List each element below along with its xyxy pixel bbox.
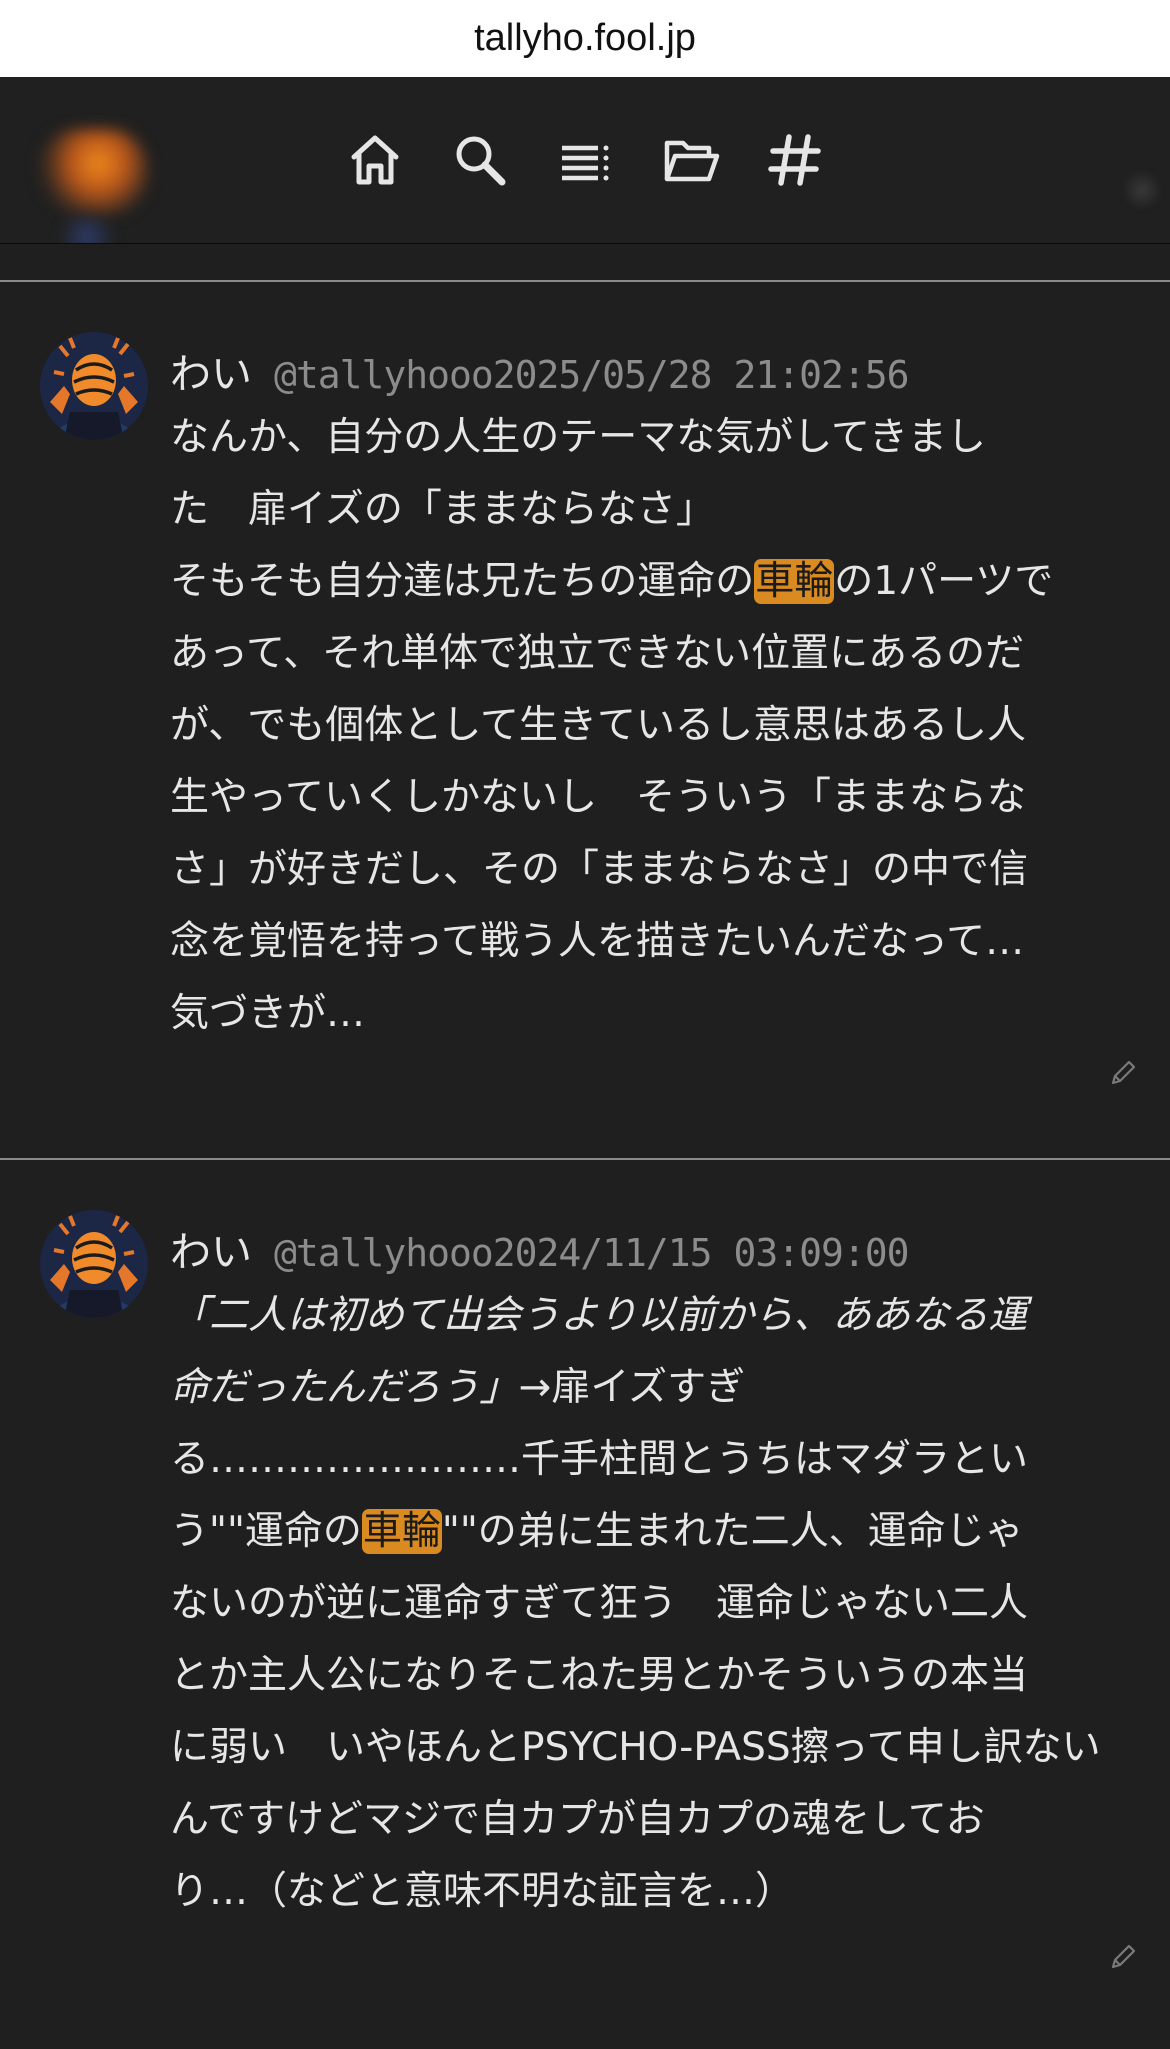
text-segment: の1パーツで: [834, 559, 1054, 604]
folder-icon: [664, 140, 720, 182]
list-icon: [562, 145, 609, 181]
post-line: ないのが逆に運命すぎて狂う 運命じゃない二人: [170, 1581, 1029, 1626]
nav-bar: [0, 125, 1170, 195]
post-line: そもそも自分達は兄たちの運命の車輪の1パーツで: [170, 546, 1120, 618]
folder-button[interactable]: [656, 125, 726, 195]
search-highlight: 車輪: [754, 559, 835, 604]
post-line: う""運命の車輪""の弟に生まれた二人、運命じゃ: [170, 1496, 1120, 1568]
post-timestamp[interactable]: 2024/11/15 03:09:00: [493, 1231, 910, 1275]
search-icon: [456, 136, 506, 186]
post-line: 念を覚悟を持って戦う人を描きたいんだなって…: [170, 919, 1025, 964]
text-segment: ""の弟に生まれた二人、運命じゃ: [441, 1509, 1024, 1554]
list-button[interactable]: [550, 125, 620, 195]
home-icon: [351, 135, 399, 185]
top-divider: [0, 244, 1170, 282]
post-header: わい @tallyhooo 2025/05/28 21:02:56: [170, 340, 910, 400]
search-highlight: 車輪: [361, 1509, 442, 1554]
author-handle[interactable]: @tallyhooo: [274, 1231, 494, 1275]
post-line: 命だったんだろう」→扉イズすぎ: [170, 1352, 1120, 1424]
site-logo-shadow: [52, 217, 122, 243]
avatar[interactable]: [40, 332, 148, 440]
pencil-icon: [1111, 1060, 1136, 1085]
avatar-image: [40, 1210, 148, 1318]
post-header: わい @tallyhooo 2024/11/15 03:09:00: [170, 1218, 910, 1278]
author-name[interactable]: わい: [170, 1218, 252, 1278]
edit-button[interactable]: [1108, 1942, 1138, 1972]
post-line: あって、それ単体で独立できない位置にあるのだ: [170, 631, 1025, 676]
search-button[interactable]: [445, 125, 515, 195]
text-segment: そもそも自分達は兄たちの運命の: [170, 559, 755, 604]
post-line: んですけどマジで自カプが自カプの魂をしてお: [170, 1797, 985, 1842]
author-name[interactable]: わい: [170, 340, 252, 400]
post-line: た 扉イズの「ままならなさ」: [170, 487, 715, 532]
post-line: とか主人公になりそこねた男とかそういうの本当: [170, 1653, 1029, 1698]
post-content: 「二人は初めて出会うより以前から、ああなる運 命だったんだろう」→扉イズすぎ る…: [170, 1280, 1120, 1928]
header-menu-blur: [1122, 170, 1162, 210]
quote-line: 「二人は初めて出会うより以前から、ああなる運: [170, 1293, 1028, 1338]
text-segment: う""運命の: [170, 1509, 362, 1554]
post-line: り…（などと意味不明な証言を…）: [170, 1869, 795, 1914]
post-line: なんか、自分の人生のテーマな気がしてきまし: [170, 415, 986, 460]
author-handle[interactable]: @tallyhooo: [274, 353, 494, 397]
browser-url-bar[interactable]: tallyho.fool.jp: [0, 0, 1170, 77]
quote-segment: 命だったんだろう」: [170, 1365, 519, 1410]
post-card: わい @tallyhooo 2025/05/28 21:02:56 なんか、自分…: [0, 282, 1170, 1158]
hashtag-icon: [768, 134, 821, 186]
post-line: さ」が好きだし、その「ままならなさ」の中で信: [170, 847, 1029, 892]
post-line: が、でも個体として生きているし意思はあるし人: [170, 703, 1027, 748]
home-button[interactable]: [340, 125, 410, 195]
post-line: 生やっていくしかないし そういう「ままならな: [170, 775, 1027, 820]
tags-button[interactable]: [760, 125, 830, 195]
post-line: 気づきが…: [170, 991, 366, 1036]
url-text: tallyho.fool.jp: [474, 17, 696, 59]
post-line: る……………………千手柱間とうちはマダラとい: [170, 1437, 1029, 1482]
avatar-image: [40, 332, 148, 440]
avatar[interactable]: [40, 1210, 148, 1318]
post-content: なんか、自分の人生のテーマな気がしてきまし た 扉イズの「ままならなさ」 そもそ…: [170, 402, 1120, 1050]
pencil-icon: [1111, 1944, 1136, 1969]
post-card: わい @tallyhooo 2024/11/15 03:09:00 「二人は初め…: [0, 1160, 1170, 2049]
post-timestamp[interactable]: 2025/05/28 21:02:56: [493, 353, 910, 397]
edit-button[interactable]: [1108, 1058, 1138, 1088]
site-header: [0, 77, 1170, 245]
text-segment: →扉イズすぎ: [518, 1365, 746, 1410]
post-line: に弱い いやほんとPSYCHO-PASS擦って申し訳ない: [170, 1725, 1101, 1770]
